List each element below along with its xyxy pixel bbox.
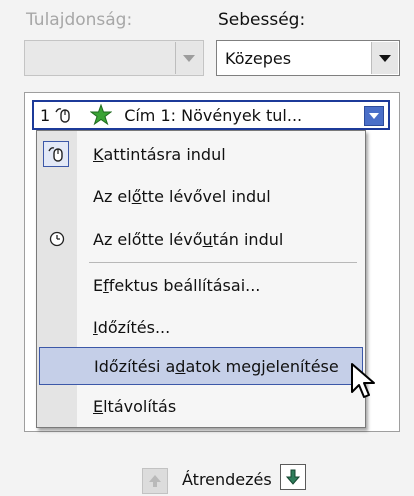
chevron-down-icon[interactable] <box>364 106 384 126</box>
move-down-button[interactable] <box>280 464 306 490</box>
move-down-icon <box>285 469 301 485</box>
mouse-pointer-icon <box>350 362 376 406</box>
chevron-down-icon[interactable] <box>371 42 398 74</box>
speed-dropdown[interactable]: Közepes <box>216 40 400 76</box>
mouse-click-icon <box>54 106 72 124</box>
item-index: 1 <box>40 105 51 125</box>
property-label: Tulajdonság: <box>26 10 133 30</box>
clock-icon <box>49 231 65 251</box>
menu-item-start-after-previous[interactable]: Az előtte lévő u tán indul <box>77 220 363 258</box>
menu-separator <box>89 262 357 263</box>
property-dropdown <box>24 40 204 76</box>
menu-item-timing[interactable]: Időzítés... <box>77 308 363 346</box>
move-up-button[interactable] <box>142 468 168 494</box>
move-up-icon <box>149 475 161 487</box>
speed-value: Közepes <box>225 49 292 68</box>
mouse-click-icon <box>43 141 69 167</box>
menu-item-start-with-previous[interactable]: Az el ő tte lévővel indul <box>77 177 363 215</box>
menu-item-effect-options[interactable]: Ef fektus beállításai... <box>77 266 363 304</box>
context-menu: Kattintásra indul Az el ő tte lévővel indu… <box>36 130 366 428</box>
speed-label: Sebesség: <box>218 10 306 30</box>
selected-animation-item[interactable]: 1 Cím 1: Növények tul... <box>32 100 390 130</box>
item-title: Cím 1: Növények tul... <box>124 105 303 125</box>
reorder-label: Átrendezés <box>182 470 272 489</box>
chevron-down-icon <box>175 42 202 74</box>
menu-item-start-on-click[interactable]: Kattintásra indul <box>77 135 363 173</box>
menu-item-remove[interactable]: Eltávolítás <box>77 387 363 425</box>
green-star-effect-icon <box>90 104 113 126</box>
menu-item-show-advanced-timeline[interactable]: Időzítési a d atok megjelenítése <box>39 347 363 385</box>
